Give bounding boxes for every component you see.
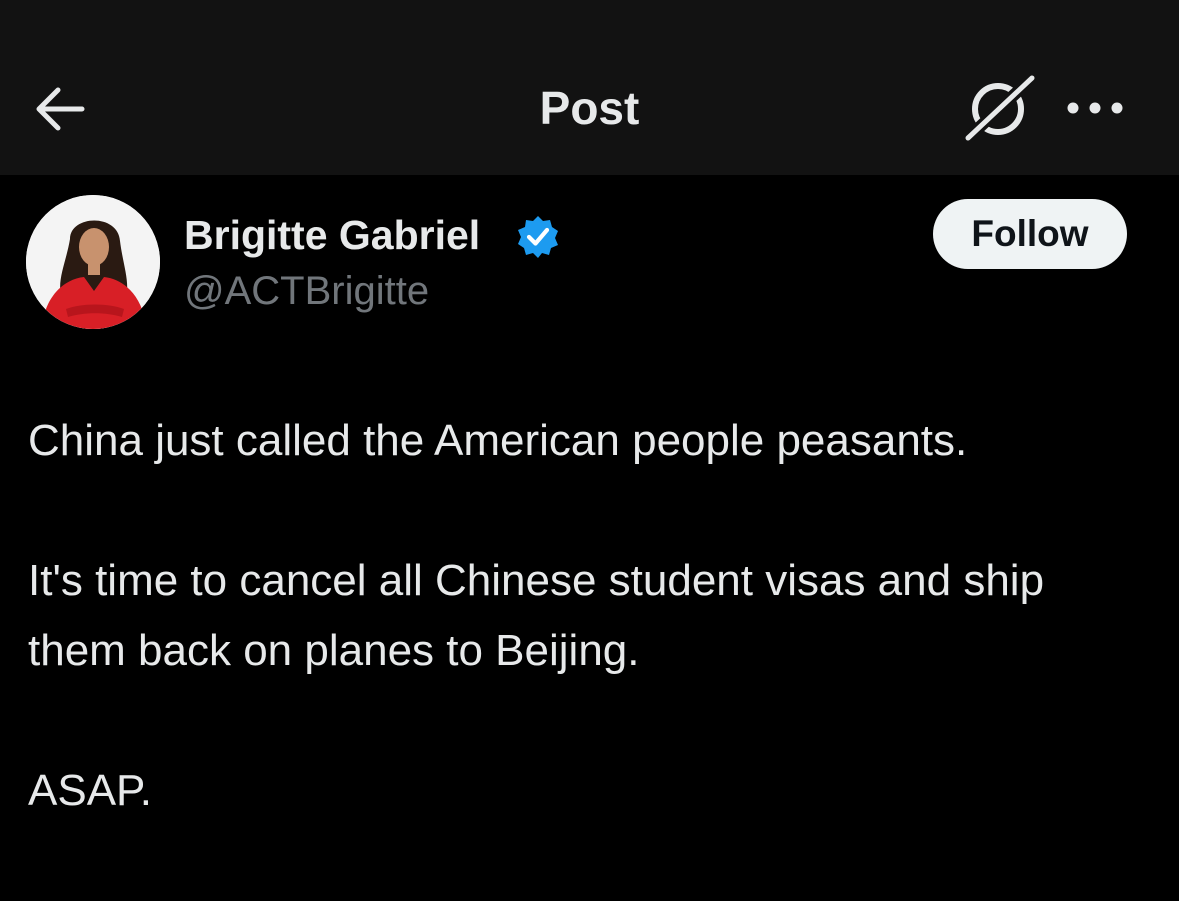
grok-button[interactable] bbox=[962, 72, 1038, 144]
author-name[interactable]: Brigitte Gabriel bbox=[184, 210, 480, 260]
avatar[interactable] bbox=[26, 195, 160, 329]
post-paragraph: China just called the American people pe… bbox=[28, 416, 968, 465]
more-options-button[interactable] bbox=[1064, 96, 1126, 120]
post-paragraph: It's time to cancel all Chinese student … bbox=[28, 556, 1045, 675]
post-paragraph: ASAP. bbox=[28, 766, 152, 815]
verified-badge bbox=[516, 214, 560, 258]
author-handle[interactable]: @ACTBrigitte bbox=[184, 266, 429, 316]
profile-photo-icon bbox=[26, 195, 160, 329]
more-dots-icon bbox=[1067, 102, 1123, 114]
verified-badge-icon bbox=[518, 216, 558, 258]
grok-icon bbox=[962, 72, 1038, 144]
follow-button[interactable]: Follow bbox=[933, 199, 1127, 269]
post-text: China just called the American people pe… bbox=[28, 406, 1148, 826]
top-navigation-bar: Post bbox=[0, 0, 1179, 175]
